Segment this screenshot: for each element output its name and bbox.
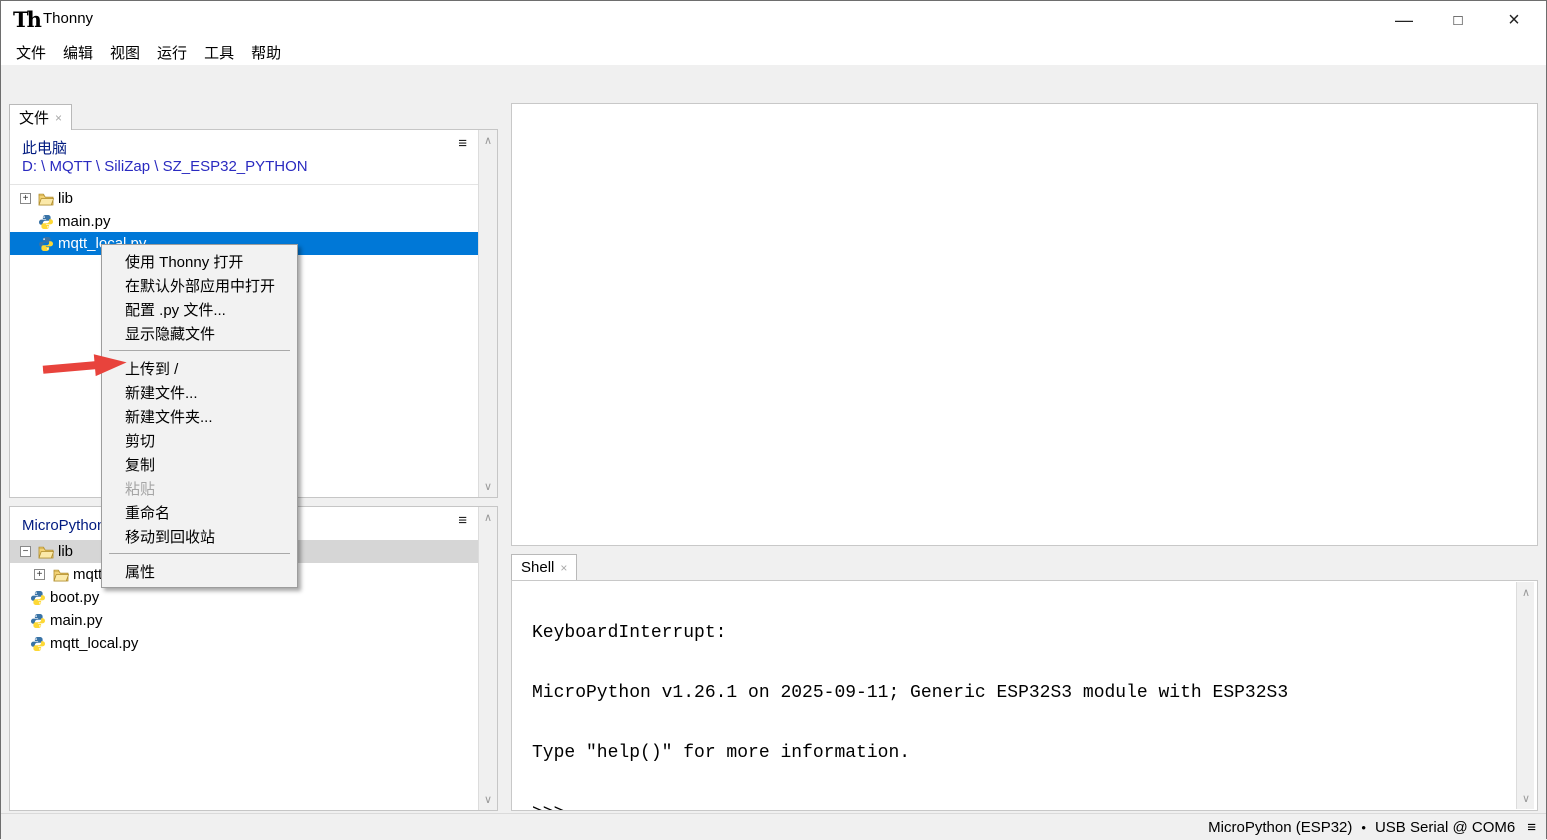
header-divider	[10, 184, 480, 185]
menu-tools[interactable]: 工具	[202, 40, 236, 65]
python-file-icon	[30, 590, 46, 606]
folder-icon	[38, 192, 54, 206]
menu-item-show-hidden[interactable]: 显示隐藏文件	[102, 321, 297, 345]
tree-item-label: lib	[58, 543, 73, 560]
minimize-icon: —	[1395, 10, 1413, 31]
breadcrumb-path[interactable]: D: \ MQTT \ SiliZap \ SZ_ESP32_PYTHON	[22, 158, 308, 175]
tree-item-label: lib	[58, 190, 73, 207]
status-bar: MicroPython (ESP32) • USB Serial @ COM6 …	[1, 813, 1546, 840]
python-file-icon	[38, 214, 54, 230]
shell-output: KeyboardInterrupt: MicroPython v1.26.1 o…	[512, 581, 1515, 810]
shell-tab-close-icon[interactable]: ×	[560, 561, 567, 575]
files-tab-label: 文件	[19, 107, 49, 128]
shell-panel[interactable]: KeyboardInterrupt: MicroPython v1.26.1 o…	[511, 580, 1538, 811]
tree-item-label: boot.py	[50, 589, 99, 606]
device-item-mqtt-local-py[interactable]: mqtt_local.py	[10, 632, 480, 655]
menu-item-configure-py[interactable]: 配置 .py 文件...	[102, 297, 297, 321]
minimize-button[interactable]: —	[1381, 1, 1427, 39]
menu-item-open-with-thonny[interactable]: 使用 Thonny 打开	[102, 249, 297, 273]
close-icon: ×	[1508, 9, 1520, 32]
scroll-down-icon[interactable]: ∨	[479, 793, 497, 806]
tree-item-label: main.py	[58, 213, 111, 230]
menu-bar: 文件 编辑 视图 运行 工具 帮助	[1, 39, 1546, 65]
menu-edit[interactable]: 编辑	[61, 40, 95, 65]
scroll-up-icon[interactable]: ∧	[479, 511, 497, 524]
files-tab-close-icon[interactable]: ×	[55, 111, 62, 125]
menu-help[interactable]: 帮助	[249, 40, 283, 65]
maximize-icon: □	[1453, 12, 1462, 29]
menu-separator	[109, 350, 290, 351]
interpreter-status[interactable]: MicroPython (ESP32)	[1208, 819, 1352, 836]
shell-tab[interactable]: Shell ×	[511, 554, 577, 580]
python-file-icon	[30, 613, 46, 629]
shell-line: >>>	[532, 803, 1515, 810]
scroll-down-icon[interactable]: ∨	[1517, 792, 1535, 805]
scroll-down-icon[interactable]: ∨	[479, 480, 497, 493]
shell-line: Type "help()" for more information.	[532, 743, 1515, 763]
menu-item-new-folder[interactable]: 新建文件夹...	[102, 404, 297, 428]
menu-item-properties[interactable]: 属性	[102, 559, 297, 583]
menu-view[interactable]: 视图	[108, 40, 142, 65]
red-annotation-arrow	[42, 347, 131, 389]
collapse-icon[interactable]: −	[20, 546, 31, 557]
close-button[interactable]: ×	[1491, 1, 1537, 39]
toolbar: STOP	[1, 65, 1546, 98]
expand-icon[interactable]: +	[20, 193, 31, 204]
device-item-boot-py[interactable]: boot.py	[10, 586, 480, 609]
menu-item-paste: 粘贴	[102, 476, 297, 500]
editor-area[interactable]	[511, 103, 1538, 546]
python-file-icon	[38, 236, 54, 252]
tree-item-main-py[interactable]: main.py	[10, 210, 480, 233]
tree-item-lib[interactable]: + lib	[10, 187, 480, 210]
shell-line: KeyboardInterrupt:	[532, 623, 1515, 643]
device-panel-menu-icon[interactable]: ≡	[458, 515, 467, 527]
menu-item-upload-to-root[interactable]: 上传到 /	[102, 356, 297, 380]
backend-menu-icon[interactable]: ≡	[1527, 819, 1536, 836]
tree-item-label: main.py	[50, 612, 103, 629]
menu-item-open-external[interactable]: 在默认外部应用中打开	[102, 273, 297, 297]
arrow-right-icon	[42, 347, 130, 384]
device-item-main-py[interactable]: main.py	[10, 609, 480, 632]
device-panel-scrollbar[interactable]: ∧ ∨	[478, 507, 497, 810]
this-computer-link[interactable]: 此电脑	[22, 137, 67, 158]
maximize-button[interactable]: □	[1435, 1, 1481, 39]
python-file-icon	[30, 636, 46, 652]
files-panel-scrollbar[interactable]: ∧ ∨	[478, 130, 497, 497]
menu-file[interactable]: 文件	[14, 40, 48, 65]
menu-item-move-to-recycle[interactable]: 移动到回收站	[102, 524, 297, 548]
menu-run[interactable]: 运行	[155, 40, 189, 65]
shell-line: MicroPython v1.26.1 on 2025-09-11; Gener…	[532, 683, 1515, 703]
port-status[interactable]: USB Serial @ COM6	[1375, 819, 1515, 836]
window-title: Thonny	[43, 10, 93, 27]
shell-tab-label: Shell	[521, 559, 554, 576]
menu-item-copy[interactable]: 复制	[102, 452, 297, 476]
scroll-up-icon[interactable]: ∧	[479, 134, 497, 147]
tree-item-label: mqtt_local.py	[50, 635, 138, 652]
bullet-separator: •	[1361, 820, 1366, 835]
shell-scrollbar[interactable]: ∧ ∨	[1516, 582, 1534, 809]
thonny-window: { "window": { "title": "Thonny", "logo":…	[0, 0, 1547, 839]
menu-separator	[109, 553, 290, 554]
thonny-logo-icon: Th	[13, 7, 40, 32]
folder-icon	[38, 545, 54, 559]
tree-item-label: mqtt	[73, 566, 102, 583]
files-tab[interactable]: 文件 ×	[9, 104, 72, 130]
scroll-up-icon[interactable]: ∧	[1517, 586, 1535, 599]
files-panel-menu-icon[interactable]: ≡	[458, 138, 467, 150]
menu-item-cut[interactable]: 剪切	[102, 428, 297, 452]
folder-icon	[53, 568, 69, 582]
menu-item-rename[interactable]: 重命名	[102, 500, 297, 524]
title-bar: Th Thonny — □ ×	[1, 1, 1546, 39]
expand-icon[interactable]: +	[34, 569, 45, 580]
menu-item-new-file[interactable]: 新建文件...	[102, 380, 297, 404]
file-context-menu: 使用 Thonny 打开 在默认外部应用中打开 配置 .py 文件... 显示隐…	[101, 244, 298, 588]
